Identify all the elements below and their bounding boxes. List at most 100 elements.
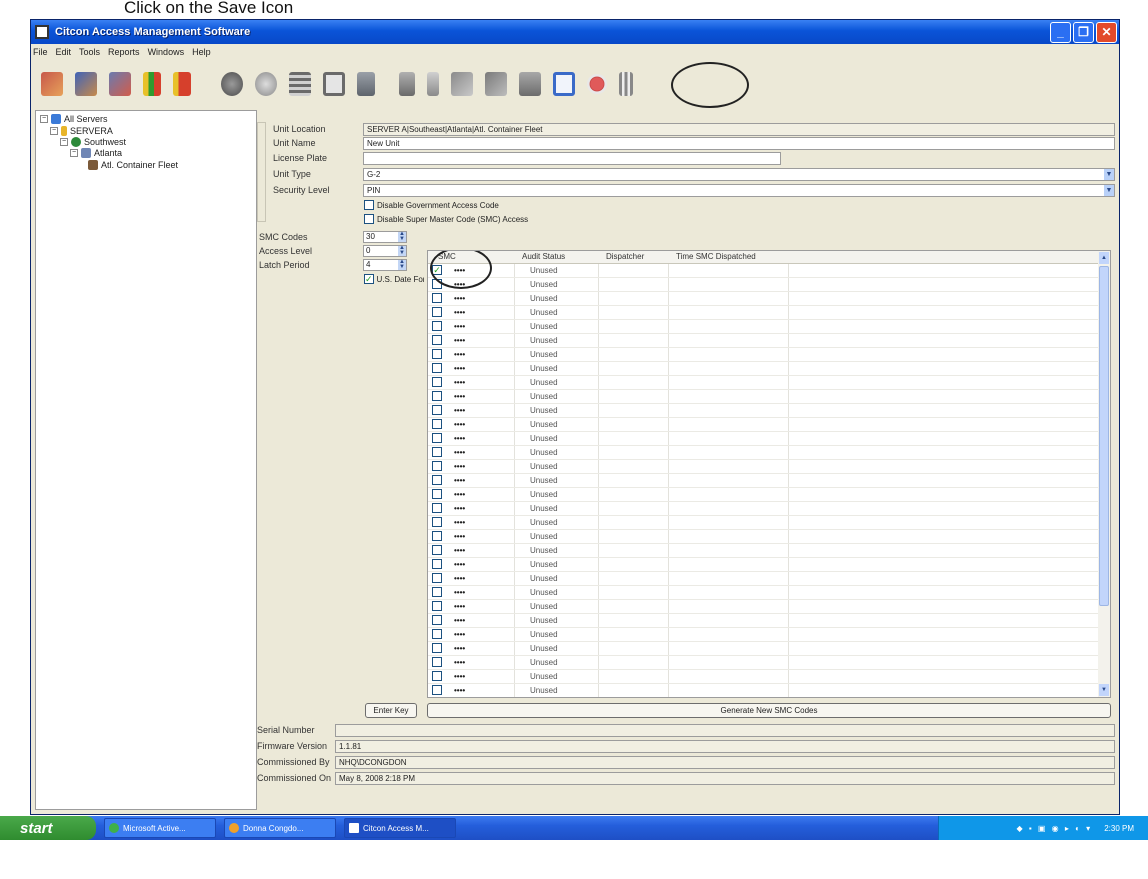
row-checkbox[interactable]: [432, 363, 442, 373]
table-row[interactable]: •••• Unused: [428, 390, 1100, 404]
table-row[interactable]: •••• Unused: [428, 488, 1100, 502]
paste-icon[interactable]: [485, 72, 507, 96]
table-row[interactable]: •••• Unused: [428, 278, 1100, 292]
row-checkbox[interactable]: [432, 293, 442, 303]
report2-icon[interactable]: [173, 72, 191, 96]
collapse-icon[interactable]: −: [50, 127, 58, 135]
dropdown-arrow-icon[interactable]: ▼: [1104, 185, 1114, 196]
col-header-time-dispatched[interactable]: Time SMC Dispatched: [676, 252, 756, 261]
row-checkbox[interactable]: [432, 517, 442, 527]
table-row[interactable]: •••• Unused: [428, 474, 1100, 488]
checkbox-box[interactable]: [364, 200, 374, 210]
row-checkbox[interactable]: [432, 657, 442, 667]
tree-item-southwest[interactable]: − Southwest: [60, 137, 126, 147]
properties-icon[interactable]: [519, 72, 541, 96]
list-icon[interactable]: [323, 72, 345, 96]
checkbox-box[interactable]: [364, 214, 374, 224]
us-date-checkbox[interactable]: ✓ U.S. Date Format: [364, 274, 424, 284]
checkbox-box[interactable]: ✓: [364, 274, 374, 284]
disable-smc-checkbox[interactable]: Disable Super Master Code (SMC) Access: [364, 214, 528, 224]
scroll-thumb[interactable]: [1099, 266, 1109, 606]
report-icon[interactable]: [143, 72, 161, 96]
table-row[interactable]: •••• Unused: [428, 320, 1100, 334]
row-checkbox[interactable]: [432, 573, 442, 583]
table-row[interactable]: •••• Unused: [428, 362, 1100, 376]
scroll-up-icon[interactable]: ▲: [1099, 252, 1109, 264]
add-unit-icon[interactable]: [75, 72, 97, 96]
globe-icon[interactable]: [221, 72, 243, 96]
tree-item-fleet[interactable]: Atl. Container Fleet: [88, 160, 178, 170]
close-button[interactable]: ✕: [1096, 21, 1117, 43]
row-checkbox[interactable]: [432, 391, 442, 401]
grid-scrollbar[interactable]: ▲ ▼: [1098, 251, 1110, 697]
unit-type-select[interactable]: G-2 ▼: [363, 168, 1115, 181]
collapse-icon[interactable]: −: [40, 115, 48, 123]
row-checkbox[interactable]: [432, 321, 442, 331]
row-checkbox[interactable]: [432, 377, 442, 387]
table-row[interactable]: ✓ •••• Unused: [428, 264, 1100, 278]
spinner-arrows-icon[interactable]: ▲ ▼: [398, 245, 406, 256]
row-checkbox[interactable]: [432, 489, 442, 499]
table-row[interactable]: •••• Unused: [428, 600, 1100, 614]
row-checkbox[interactable]: [432, 671, 442, 681]
row-checkbox[interactable]: [432, 461, 442, 471]
row-checkbox[interactable]: [432, 419, 442, 429]
scroll-down-icon[interactable]: ▼: [1099, 684, 1109, 696]
table-row[interactable]: •••• Unused: [428, 334, 1100, 348]
table-row[interactable]: •••• Unused: [428, 558, 1100, 572]
table-row[interactable]: •••• Unused: [428, 432, 1100, 446]
row-checkbox[interactable]: [432, 433, 442, 443]
start-button[interactable]: start: [0, 816, 96, 840]
row-checkbox[interactable]: [432, 531, 442, 541]
smc-codes-spinner[interactable]: 30 ▲ ▼: [363, 231, 407, 243]
remove-unit-icon[interactable]: [109, 72, 131, 96]
table-row[interactable]: •••• Unused: [428, 460, 1100, 474]
row-checkbox[interactable]: [432, 447, 442, 457]
table-row[interactable]: •••• Unused: [428, 404, 1100, 418]
enter-key-button[interactable]: Enter Key: [365, 703, 417, 718]
table-row[interactable]: •••• Unused: [428, 502, 1100, 516]
copy-icon[interactable]: [451, 72, 473, 96]
spinner-arrows-icon[interactable]: ▲ ▼: [398, 259, 406, 270]
taskbar-item-citcon[interactable]: Citcon Access M...: [344, 818, 456, 838]
delete-icon[interactable]: [619, 72, 633, 96]
table-row[interactable]: •••• Unused: [428, 446, 1100, 460]
tree-item-servera[interactable]: − SERVERA: [50, 126, 113, 136]
row-checkbox[interactable]: [432, 615, 442, 625]
row-checkbox[interactable]: [432, 335, 442, 345]
table-row[interactable]: •••• Unused: [428, 642, 1100, 656]
license-plate-field[interactable]: [363, 152, 781, 165]
table-row[interactable]: •••• Unused: [428, 628, 1100, 642]
row-checkbox[interactable]: [432, 685, 442, 695]
table-row[interactable]: •••• Unused: [428, 670, 1100, 684]
table-row[interactable]: •••• Unused: [428, 376, 1100, 390]
table-row[interactable]: •••• Unused: [428, 572, 1100, 586]
table-row[interactable]: •••• Unused: [428, 516, 1100, 530]
security-level-select[interactable]: PIN ▼: [363, 184, 1115, 197]
table-row[interactable]: •••• Unused: [428, 614, 1100, 628]
table-row[interactable]: •••• Unused: [428, 306, 1100, 320]
taskbar-item-active[interactable]: Microsoft Active...: [104, 818, 216, 838]
unit-icon[interactable]: [41, 72, 63, 96]
minimize-button[interactable]: _: [1050, 21, 1071, 43]
calculator-icon[interactable]: [357, 72, 375, 96]
table-row[interactable]: •••• Unused: [428, 348, 1100, 362]
spinner-arrows-icon[interactable]: ▲ ▼: [398, 231, 406, 242]
row-checkbox[interactable]: [432, 643, 442, 653]
row-checkbox[interactable]: [432, 405, 442, 415]
menu-reports[interactable]: Reports: [108, 47, 140, 57]
server-icon[interactable]: [255, 72, 277, 96]
menu-windows[interactable]: Windows: [148, 47, 185, 57]
generate-smc-button[interactable]: Generate New SMC Codes: [427, 703, 1111, 718]
table-row[interactable]: •••• Unused: [428, 684, 1100, 697]
access-level-spinner[interactable]: 0 ▲ ▼: [363, 245, 407, 257]
row-checkbox[interactable]: [432, 629, 442, 639]
row-checkbox[interactable]: [432, 559, 442, 569]
cancel-icon[interactable]: [587, 74, 607, 94]
unit-name-field[interactable]: New Unit: [363, 137, 1115, 150]
lock-icon[interactable]: [399, 72, 415, 96]
table-row[interactable]: •••• Unused: [428, 544, 1100, 558]
table-icon[interactable]: [289, 72, 311, 96]
row-checkbox[interactable]: [432, 545, 442, 555]
collapse-icon[interactable]: −: [70, 149, 78, 157]
